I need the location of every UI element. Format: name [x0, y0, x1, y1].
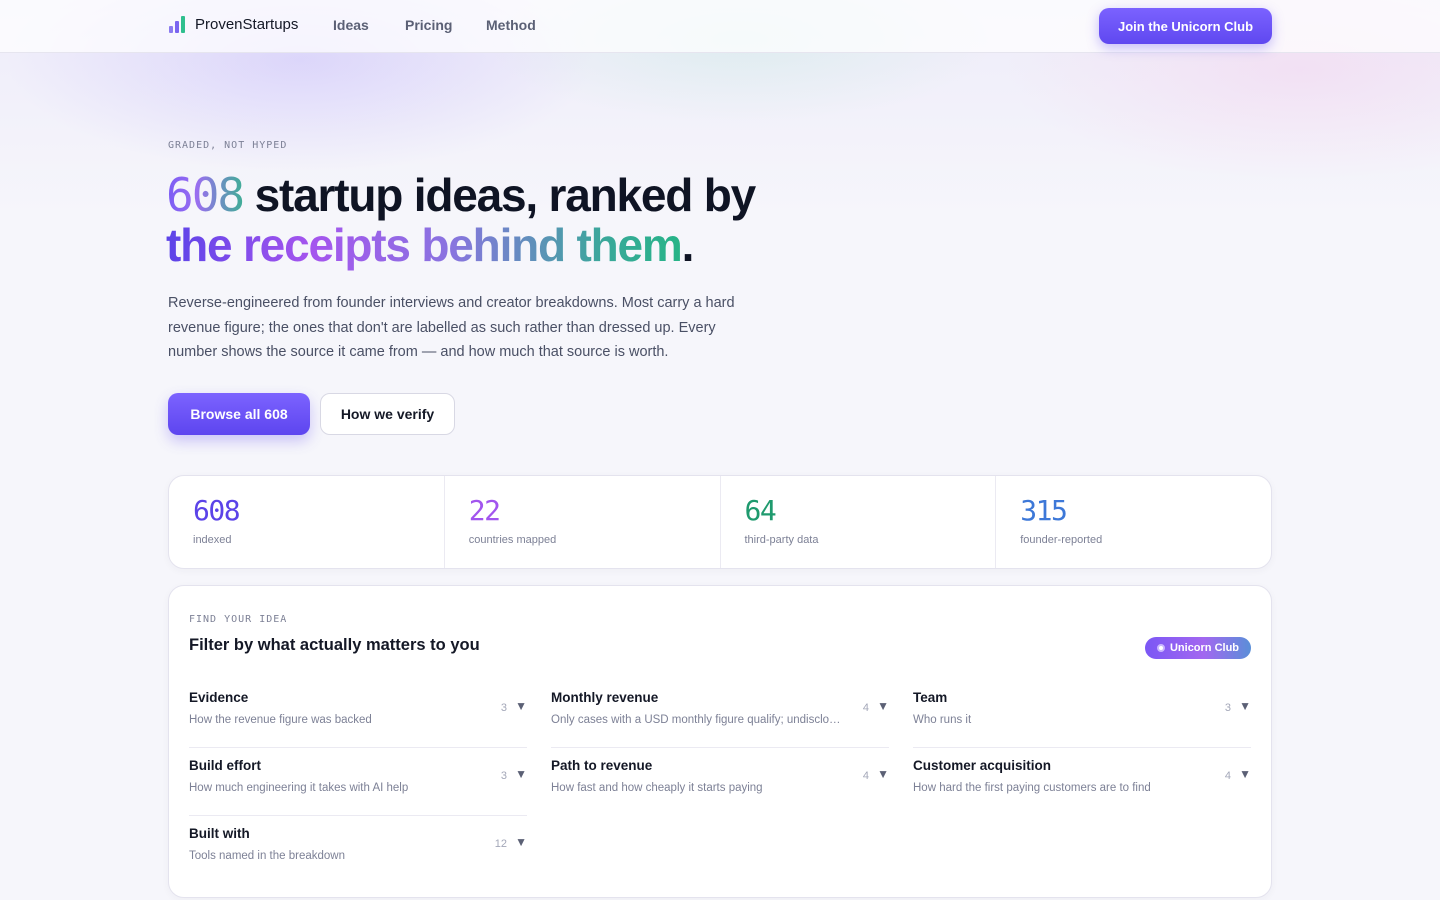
filter-name: Monthly revenue	[551, 690, 659, 705]
unicorn-club-badge[interactable]: Unicorn Club	[1145, 637, 1251, 659]
caret-down-icon[interactable]: ▼	[1239, 767, 1251, 781]
nav-link-method[interactable]: Method	[486, 17, 536, 33]
top-nav: ProvenStartups Ideas Pricing Method Join…	[0, 0, 1440, 53]
headline-count: 608	[166, 168, 245, 222]
filter-eyebrow: FIND YOUR IDEA	[189, 614, 288, 625]
hero-headline: 608 startup ideas, ranked by the receipts…	[166, 170, 866, 270]
dot-icon	[1156, 644, 1165, 652]
caret-down-icon[interactable]: ▼	[515, 767, 527, 781]
caret-down-icon[interactable]: ▼	[877, 767, 889, 781]
stat-founder-reported: 315 founder-reported	[996, 476, 1271, 568]
hero-eyebrow: GRADED, NOT HYPED	[168, 140, 288, 151]
filter-description: How the revenue figure was backed	[189, 714, 372, 726]
page: ProvenStartups Ideas Pricing Method Join…	[0, 0, 1440, 900]
filter-customer-acquisition[interactable]: Customer acquisition How hard the first …	[913, 756, 1251, 816]
filter-build-effort[interactable]: Build effort How much engineering it tak…	[189, 756, 527, 816]
filter-description: Who runs it	[913, 714, 972, 726]
nav-link-ideas[interactable]: Ideas	[333, 17, 369, 33]
stat-label: third-party data	[744, 534, 819, 546]
filter-name: Path to revenue	[551, 758, 653, 773]
browse-all-button[interactable]: Browse all 608	[168, 393, 310, 435]
filter-name: Team	[913, 690, 948, 705]
stat-countries: 22 countries mapped	[445, 476, 721, 568]
filter-name: Build effort	[189, 758, 261, 773]
filter-monthly-revenue[interactable]: Monthly revenue Only cases with a USD mo…	[551, 688, 889, 748]
stat-value: 64	[744, 494, 777, 527]
stats-strip: 608 indexed 22 countries mapped 64 third…	[168, 475, 1272, 569]
filter-option-count: 3	[500, 702, 507, 714]
filter-path-to-revenue[interactable]: Path to revenue How fast and how cheaply…	[551, 756, 889, 816]
filter-option-count: 4	[1224, 770, 1231, 782]
how-we-verify-button[interactable]: How we verify	[320, 393, 455, 435]
badge-label: Unicorn Club	[1169, 642, 1240, 654]
filter-evidence[interactable]: Evidence How the revenue figure was back…	[189, 688, 527, 748]
filter-option-count: 3	[500, 770, 507, 782]
stat-indexed: 608 indexed	[169, 476, 445, 568]
headline-period: .	[681, 219, 695, 271]
filter-description: Tools named in the breakdown	[189, 850, 345, 862]
filter-description: How hard the first paying customers are …	[913, 782, 1151, 794]
stat-value: 608	[193, 494, 241, 527]
filter-name: Built with	[189, 826, 250, 841]
caret-down-icon[interactable]: ▼	[515, 699, 527, 713]
filter-title: Filter by what actually matters to you	[189, 636, 480, 654]
caret-down-icon[interactable]: ▼	[1239, 699, 1251, 713]
stat-label: countries mapped	[468, 534, 557, 546]
brand-name: ProvenStartups	[195, 15, 299, 33]
filter-card: FIND YOUR IDEA Filter by what actually m…	[168, 585, 1272, 898]
caret-down-icon[interactable]: ▼	[515, 835, 527, 849]
filter-description: Only cases with a USD monthly figure qua…	[551, 714, 841, 726]
filter-description: How much engineering it takes with AI he…	[189, 782, 409, 794]
stat-label: founder-reported	[1020, 534, 1103, 546]
headline-gradient-text: the receipts behind them	[166, 219, 683, 271]
stat-value: 22	[468, 494, 501, 527]
filter-team[interactable]: Team Who runs it 3 ▼	[913, 688, 1251, 748]
stat-third-party: 64 third-party data	[721, 476, 997, 568]
filter-option-count: 4	[862, 702, 869, 714]
filter-option-count: 3	[1224, 702, 1231, 714]
nav-link-pricing[interactable]: Pricing	[405, 17, 452, 33]
filter-option-count: 4	[862, 770, 869, 782]
stat-label: indexed	[193, 534, 232, 546]
join-unicorn-club-button[interactable]: Join the Unicorn Club	[1099, 8, 1272, 44]
filter-built-with[interactable]: Built with Tools named in the breakdown …	[189, 824, 527, 884]
filter-option-count: 12	[494, 838, 507, 850]
stat-value: 315	[1020, 494, 1068, 527]
filter-name: Evidence	[189, 690, 249, 705]
headline-text: startup ideas, ranked by	[243, 169, 757, 221]
hero-description: Reverse-engineered from founder intervie…	[168, 295, 735, 360]
bar-chart-icon	[168, 15, 186, 33]
brand-logo[interactable]: ProvenStartups	[168, 15, 298, 33]
caret-down-icon[interactable]: ▼	[877, 699, 889, 713]
filter-description: How fast and how cheaply it starts payin…	[551, 782, 763, 794]
filter-name: Customer acquisition	[913, 758, 1052, 773]
